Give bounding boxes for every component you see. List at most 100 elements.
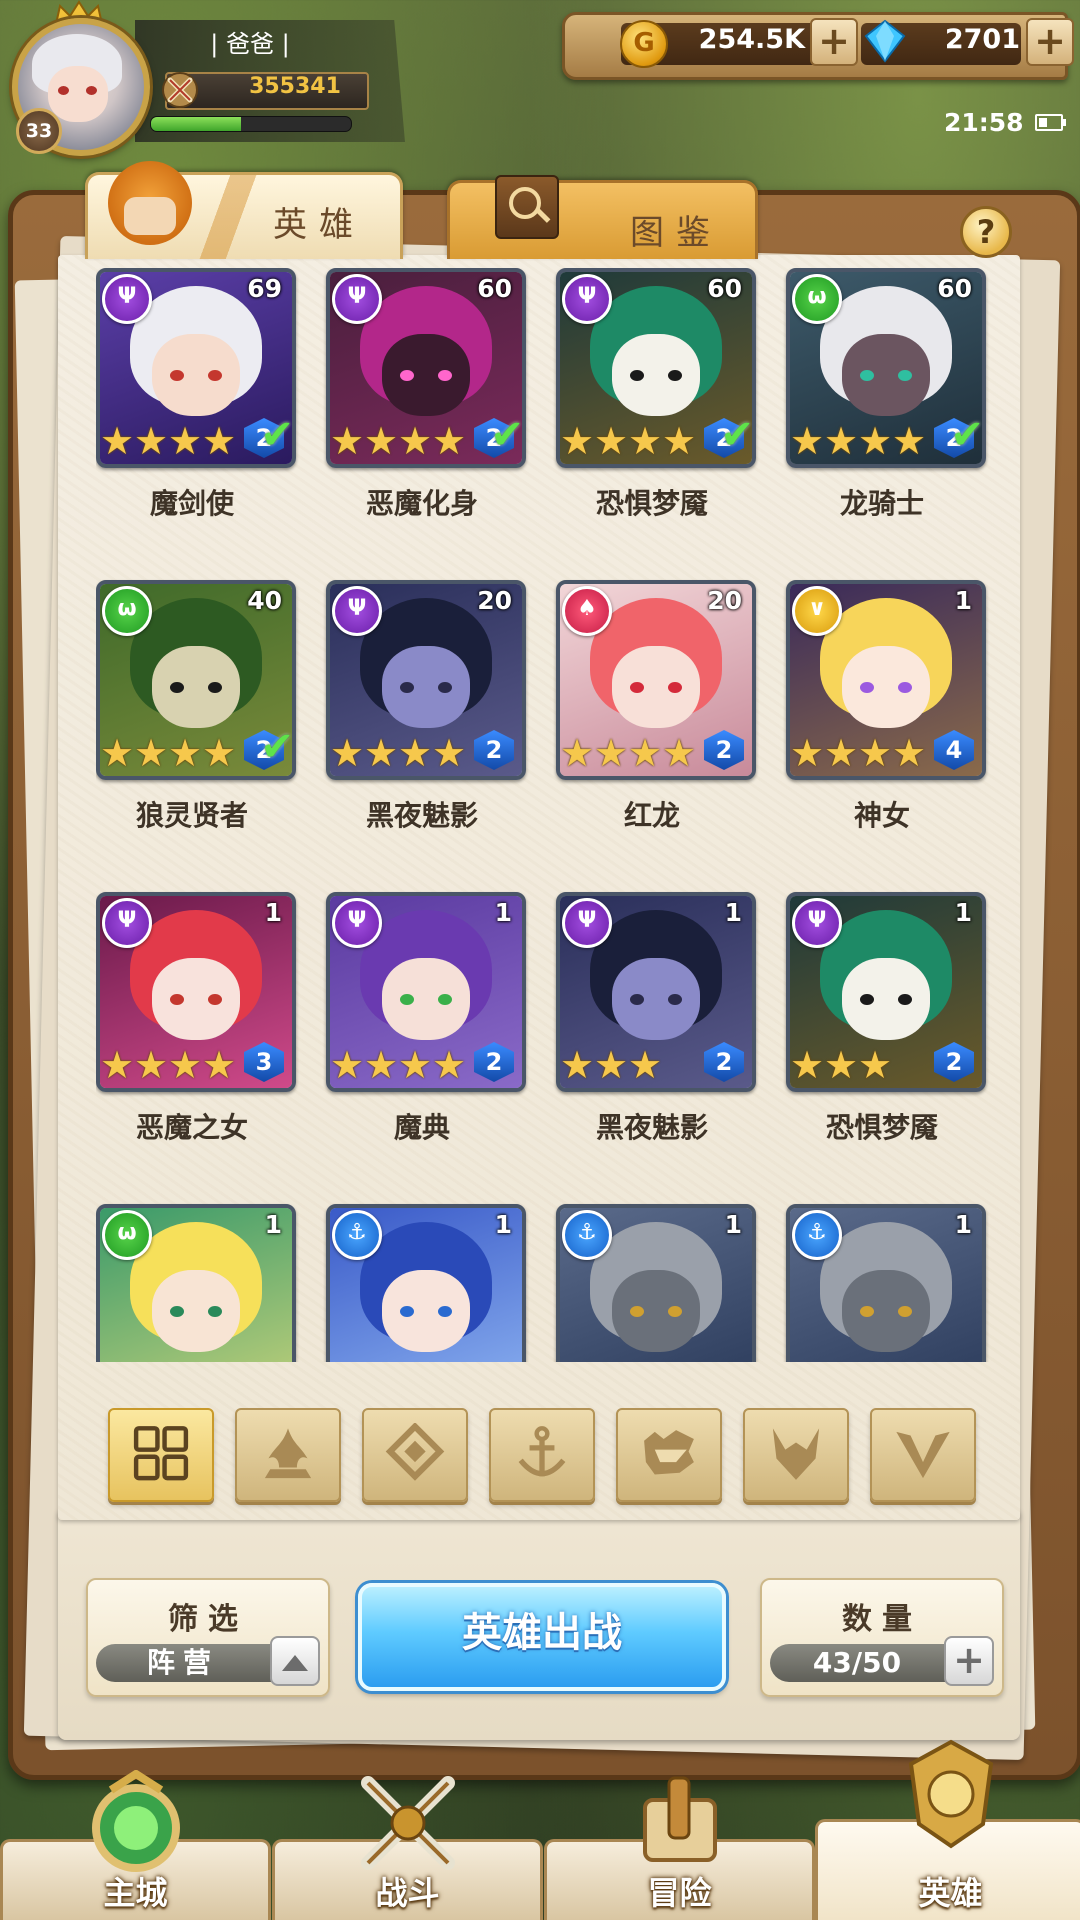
hero-name: 红龙 xyxy=(623,799,680,832)
star-icon: ★ xyxy=(364,419,399,463)
hero-level: 20 xyxy=(477,586,512,615)
filter-sea-button[interactable] xyxy=(489,1408,595,1502)
star-icon: ★ xyxy=(168,1043,203,1087)
star-icon: ★ xyxy=(790,419,825,463)
hero-card[interactable]: ⚓ 1 xyxy=(556,1204,756,1362)
hero-portrait[interactable]: ω1 xyxy=(96,1204,296,1362)
hero-portrait[interactable]: Ψ 69 ★ ★ ★ ★ 2 ✔ xyxy=(96,268,296,468)
star-icon: ★ xyxy=(330,1043,365,1087)
hero-portrait[interactable]: Ψ 1 ★ ★ ★ 2 xyxy=(556,892,756,1092)
hero-portrait[interactable]: ω 60 ★ ★ ★ ★ 2 ✔ xyxy=(786,268,986,468)
filter-demon-button[interactable] xyxy=(743,1408,849,1502)
add-gems-button[interactable]: + xyxy=(1026,18,1074,66)
hero-portrait[interactable]: ⚓ 1 xyxy=(786,1204,986,1362)
hero-card[interactable]: Ψ 60 ★ ★ ★ ★ 2 ✔ 恐惧梦魇 xyxy=(556,268,756,522)
nav-heroes[interactable]: 英雄 xyxy=(815,1739,1080,1920)
filter-holy-button[interactable] xyxy=(362,1408,468,1502)
filter-fire-button[interactable] xyxy=(235,1408,341,1502)
exp-bar xyxy=(150,116,352,132)
hero-name: 魔典 xyxy=(393,1111,450,1144)
expand-capacity-button[interactable]: + xyxy=(944,1636,994,1686)
nav-main-city[interactable]: 主城 xyxy=(0,1770,271,1920)
diamond-icon xyxy=(385,1423,445,1481)
star-icon: ★ xyxy=(858,419,893,463)
add-gold-button[interactable]: + xyxy=(810,18,858,66)
hero-level: 1 xyxy=(954,898,972,927)
star-icon: ★ xyxy=(824,419,859,463)
hero-portrait[interactable]: Ψ 60 ★ ★ ★ ★ 2 ✔ xyxy=(326,268,526,468)
checkmark-icon: ✔ xyxy=(260,412,294,458)
filter-holy-wing-button[interactable] xyxy=(870,1408,976,1502)
hero-portrait[interactable]: Ψ 1 ★ ★ ★ 2 xyxy=(786,892,986,1092)
star-icon: ★ xyxy=(892,731,927,775)
hero-card[interactable]: Ψ 1 ★ ★ ★ ★ 2 魔典 xyxy=(326,892,526,1146)
hero-level: 1 xyxy=(954,586,972,615)
hero-portrait[interactable]: ∨ 1 ★ ★ ★ ★ 4 xyxy=(786,580,986,780)
hero-name: 恐惧梦魇 xyxy=(825,1111,938,1144)
hero-card[interactable]: ω 40 ★ ★ ★ ★ 2 ✔ 狼灵贤者 xyxy=(96,580,296,834)
magnifier-icon xyxy=(495,175,559,239)
hero-card[interactable]: ⚓ 1 xyxy=(326,1204,526,1362)
hero-portrait[interactable]: ♠ 20 ★ ★ ★ ★ 2 xyxy=(556,580,756,780)
gem-value: 2701 xyxy=(944,24,1020,55)
star-icon: ★ xyxy=(858,731,893,775)
hero-level: 1 xyxy=(264,898,282,927)
help-button[interactable]: ? xyxy=(960,206,1012,258)
hero-card[interactable]: Ψ 69 ★ ★ ★ ★ 2 ✔ 魔剑使 xyxy=(96,268,296,522)
star-icon: ★ xyxy=(168,731,203,775)
hero-card[interactable]: Ψ 1 ★ ★ ★ 2 恐惧梦魇 xyxy=(786,892,986,1146)
star-icon: ★ xyxy=(330,731,365,775)
star-icon: ★ xyxy=(824,1043,859,1087)
hero-card[interactable]: Ψ 1 ★ ★ ★ 2 黑夜魅影 xyxy=(556,892,756,1146)
star-icon: ★ xyxy=(330,419,365,463)
hero-star-rating: ★ ★ ★ ★ xyxy=(330,1046,466,1086)
hero-card[interactable]: Ψ 1 ★ ★ ★ ★ 3 恶魔之女 xyxy=(96,892,296,1146)
hero-name: 恶魔之女 xyxy=(135,1111,248,1144)
filter-beast-button[interactable] xyxy=(616,1408,722,1502)
star-icon: ★ xyxy=(790,731,825,775)
grid-icon xyxy=(133,1426,189,1481)
star-icon: ★ xyxy=(790,1043,825,1087)
nav-battle[interactable]: 战斗 xyxy=(272,1776,543,1920)
hero-card[interactable]: ∨ 1 ★ ★ ★ ★ 4 神女 xyxy=(786,580,986,834)
nav-adventure[interactable]: 冒险 xyxy=(544,1776,815,1920)
hero-card[interactable]: ω 60 ★ ★ ★ ★ 2 ✔ 龙骑士 xyxy=(786,268,986,522)
hero-card[interactable]: ♠ 20 ★ ★ ★ ★ 2 红龙 xyxy=(556,580,756,834)
sea-faction-icon: ⚓ xyxy=(792,1210,842,1260)
fire-faction-icon: ♠ xyxy=(562,586,612,636)
filter-all-button[interactable] xyxy=(108,1408,214,1502)
hero-level: 1 xyxy=(954,1210,972,1239)
deploy-heroes-button[interactable]: 英雄出战 xyxy=(358,1583,726,1691)
star-icon: ★ xyxy=(432,731,467,775)
hero-portrait[interactable]: ω 40 ★ ★ ★ ★ 2 ✔ xyxy=(96,580,296,780)
hero-card[interactable]: Ψ 60 ★ ★ ★ ★ 2 ✔ 恶魔化身 xyxy=(326,268,526,522)
filter-value-label: 阵营 xyxy=(146,1646,219,1679)
tab-heroes[interactable]: 英雄 xyxy=(85,161,403,259)
hero-portrait[interactable]: Ψ 20 ★ ★ ★ ★ 2 xyxy=(326,580,526,780)
hero-card[interactable]: Ψ 20 ★ ★ ★ ★ 2 黑夜魅影 xyxy=(326,580,526,834)
hero-portrait[interactable]: ⚓ 1 xyxy=(556,1204,756,1362)
scroll-map-icon xyxy=(642,1776,717,1862)
hero-star-rating: ★ ★ ★ ★ xyxy=(100,1046,236,1086)
crossed-swords-icon xyxy=(360,1776,455,1870)
beast-faction-icon: ω xyxy=(102,586,152,636)
hero-portrait[interactable]: ⚓ 1 xyxy=(326,1204,526,1362)
hero-grid: Ψ 69 ★ ★ ★ ★ 2 ✔ 魔剑使 Ψ 60 ★ ★ ★ ★ 2 ✔ 恶魔化身 Ψ 60 ★ ★ ★ ★ 2 ✔ 恐惧梦魇 ω 6… xyxy=(96,268,996,1362)
player-avatar[interactable]: 33 xyxy=(2,0,152,156)
star-icon: ★ xyxy=(398,731,433,775)
hero-portrait[interactable]: Ψ 1 ★ ★ ★ ★ 2 xyxy=(326,892,526,1092)
hero-star-rating: ★ ★ ★ ★ xyxy=(330,422,466,462)
hero-card[interactable]: ⚓ 1 xyxy=(786,1204,986,1362)
hero-name: 神女 xyxy=(853,799,910,832)
hero-star-rating: ★ ★ ★ ★ xyxy=(790,422,926,462)
tab-heroes-label: 英雄 xyxy=(273,205,365,245)
star-icon: ★ xyxy=(364,1043,399,1087)
star-icon: ★ xyxy=(398,1043,433,1087)
hero-portrait[interactable]: Ψ 60 ★ ★ ★ ★ 2 ✔ xyxy=(556,268,756,468)
tab-codex[interactable]: 图鉴 xyxy=(447,175,758,259)
hero-count-panel: 数量 43/50 + xyxy=(760,1578,1004,1697)
hero-card[interactable]: ω1 xyxy=(96,1204,296,1362)
hero-portrait[interactable]: Ψ 1 ★ ★ ★ ★ 3 xyxy=(96,892,296,1092)
filter-toggle-button[interactable] xyxy=(270,1636,320,1686)
star-icon: ★ xyxy=(432,419,467,463)
